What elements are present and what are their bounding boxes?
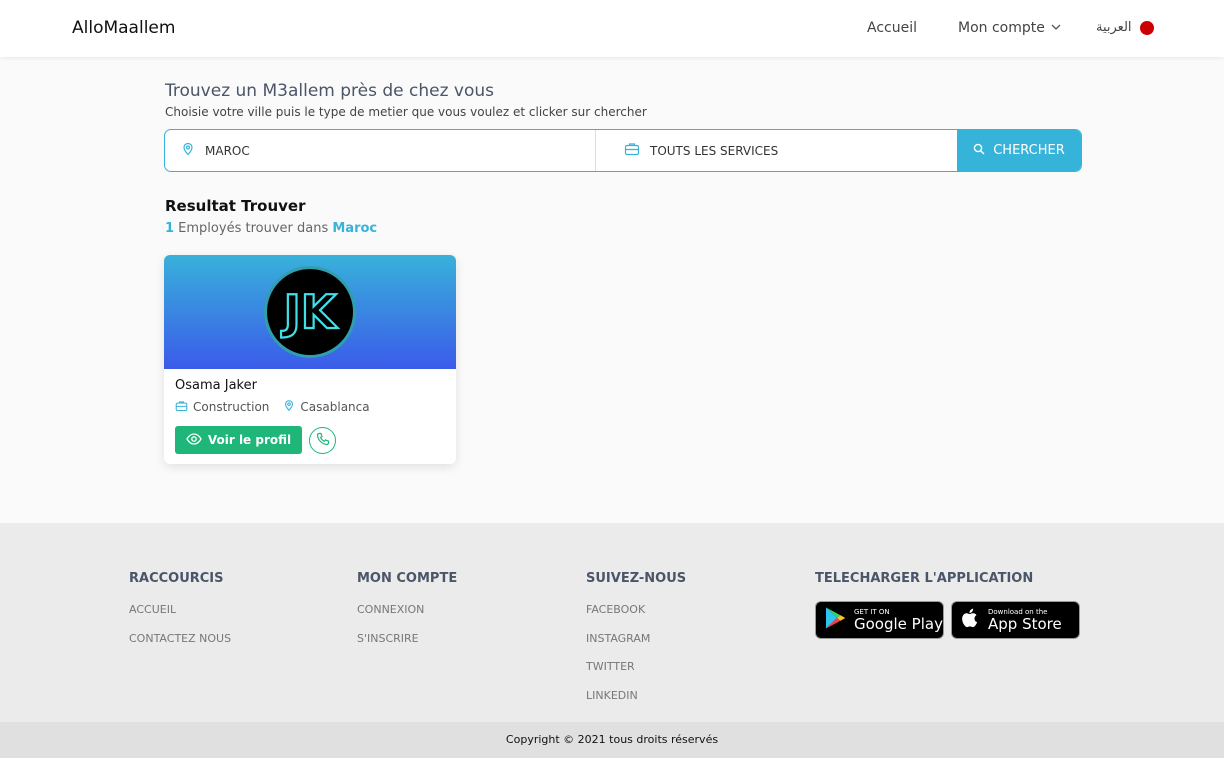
service-select-value: TOUTS LES SERVICES: [650, 143, 779, 158]
results-count: 1 Employés trouver dans Maroc: [165, 221, 377, 236]
phone-icon: [316, 431, 330, 450]
google-play-big: Google Play: [854, 614, 943, 633]
worker-name: Osama Jaker: [175, 378, 257, 393]
view-profile-label: Voir le profil: [207, 433, 292, 447]
apple-icon: [960, 606, 980, 634]
city-select[interactable]: MAROC: [165, 130, 596, 171]
view-profile-button[interactable]: Voir le profil: [175, 426, 302, 454]
briefcase-icon: [624, 142, 640, 159]
worker-trade: Construction: [193, 400, 270, 414]
copyright: Copyright © 2021 tous droits réservés: [0, 722, 1224, 758]
app-store-button[interactable]: Download on the App Store: [951, 601, 1080, 639]
language-label: العربية: [1096, 20, 1132, 35]
footer-link-twitter[interactable]: TWITTER: [586, 660, 635, 673]
footer-link-signup[interactable]: S'INSCRIRE: [357, 632, 419, 645]
avatar-monogram: JK: [280, 284, 340, 340]
worker-card: JK Osama Jaker Construction Casablanca V…: [164, 255, 456, 464]
results-location: Maroc: [332, 221, 378, 236]
footer-link-facebook[interactable]: FACEBOOK: [586, 603, 645, 616]
results-count-number: 1: [165, 221, 175, 236]
chevron-down-icon: [1051, 20, 1061, 36]
top-navbar: AlloMaallem Accueil Mon compte العربية: [0, 0, 1224, 57]
footer-link-login[interactable]: CONNEXION: [357, 603, 424, 616]
google-play-icon: [824, 606, 846, 634]
location-pin-icon: [283, 399, 295, 415]
search-bar: MAROC TOUTS LES SERVICES CHERCHER: [164, 129, 1082, 172]
search-button-label: CHERCHER: [993, 143, 1065, 158]
search-icon: [973, 143, 985, 159]
footer-shortcuts-title: RACCOURCIS: [129, 571, 224, 586]
google-play-button[interactable]: GET IT ON Google Play: [815, 601, 944, 639]
eye-icon: [186, 432, 202, 448]
nav-account-label: Mon compte: [958, 20, 1045, 36]
service-select[interactable]: TOUTS LES SERVICES: [596, 130, 957, 171]
footer-download-title: TELECHARGER L'APPLICATION: [815, 571, 1034, 586]
avatar-initials: JK: [281, 285, 339, 339]
flag-icon: [1139, 20, 1154, 35]
footer-link-accueil[interactable]: ACCUEIL: [129, 603, 176, 616]
footer-link-linkedin[interactable]: LINKEDIN: [586, 689, 638, 702]
footer: RACCOURCIS ACCUEIL CONTACTEZ NOUS MON CO…: [0, 523, 1224, 722]
call-button[interactable]: [309, 427, 336, 454]
app-store-big: App Store: [988, 614, 1062, 633]
site-logo[interactable]: AlloMaallem: [72, 18, 175, 38]
search-button[interactable]: CHERCHER: [957, 130, 1081, 171]
worker-meta: Construction Casablanca: [175, 399, 370, 415]
nav-account-dropdown[interactable]: Mon compte: [958, 20, 1061, 36]
results-title: Resultat Trouver: [165, 197, 306, 215]
avatar[interactable]: JK: [264, 266, 356, 358]
briefcase-icon: [175, 400, 188, 415]
footer-link-instagram[interactable]: INSTAGRAM: [586, 632, 650, 645]
nav-link-accueil[interactable]: Accueil: [867, 20, 917, 36]
results-count-text: Employés trouver dans: [174, 221, 333, 236]
search-title: Trouvez un M3allem près de chez vous: [165, 81, 495, 101]
footer-account-title: MON COMPTE: [357, 571, 458, 586]
search-subtitle: Choisie votre ville puis le type de meti…: [165, 105, 647, 119]
city-select-value: MAROC: [205, 143, 250, 158]
footer-link-contact[interactable]: CONTACTEZ NOUS: [129, 632, 231, 645]
language-switch[interactable]: العربية: [1096, 20, 1154, 35]
footer-follow-title: SUIVEZ-NOUS: [586, 571, 687, 586]
worker-city: Casablanca: [300, 400, 370, 414]
location-pin-icon: [181, 142, 195, 159]
